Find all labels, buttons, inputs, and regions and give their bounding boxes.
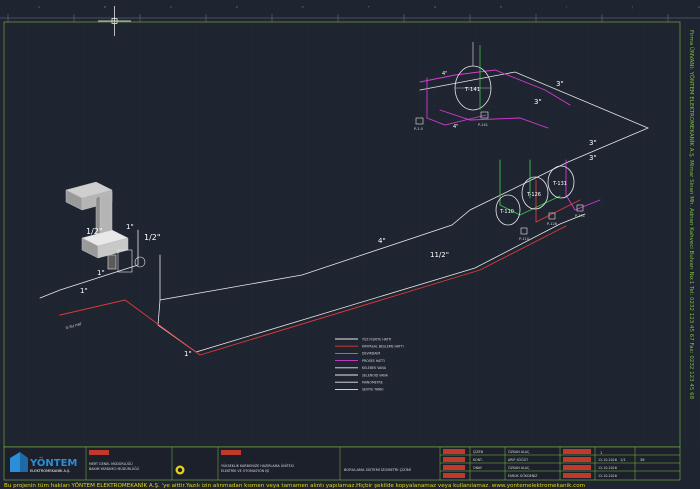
legend-label: PROSES HATTI: [362, 359, 385, 363]
footer-copyright: Bu projenin tüm hakları YÖNTEM ELEKTROME…: [4, 482, 585, 489]
pipe-size-main-right-upper: 3": [556, 80, 564, 88]
rev-name: ARİF SÖĞÜT: [508, 457, 529, 462]
drawing-title: BORULAMA SİSTEMİ İZOMETRİ ÇİZİMİ: [344, 467, 411, 472]
ruler-label: C: [170, 5, 172, 9]
tank-t141-label: T-141: [464, 87, 480, 93]
pump-p126-label: P-126: [547, 222, 557, 226]
rev-date: 12.10.2016: [598, 474, 617, 478]
drawing-scale: 1/1: [620, 458, 626, 462]
client-line-1: MERT GENEL MÜDÜRLÜĞÜ: [89, 461, 133, 466]
legend-label: KELEBEK VANA: [362, 366, 387, 370]
pipe-size-feed-left: 1": [80, 287, 88, 295]
ruler-label: H: [500, 5, 502, 9]
ruler-label: E: [302, 5, 304, 9]
pipe-size-bottom-run: 1": [184, 350, 192, 358]
rev-label: KONT.: [473, 458, 483, 462]
pipe-size-main-right-mid: 3": [534, 98, 542, 106]
sheet-total: 36: [640, 458, 645, 462]
rev-label: ONAY: [473, 466, 483, 470]
legend-label: MANOMETRE: [362, 381, 383, 385]
ruler-label: F: [368, 5, 370, 9]
ruler-label: I: [566, 5, 567, 9]
rev-name: ÖZKAN ALAÇ: [508, 465, 530, 470]
pump-p110-label: P-110: [519, 237, 529, 241]
cad-drawing-canvas[interactable]: ABCDEFGHIJK T-141 T-126 T-131 T-110 P-14…: [0, 0, 700, 489]
tank-t110-label: T-110: [499, 209, 514, 215]
pipe-size-right-col-1: 3": [589, 139, 597, 147]
legend-label: KIMYASAL BESLEME HATTI: [362, 345, 404, 349]
tank-t131-label: T-131: [552, 181, 567, 187]
rev-date: 12.10.2016: [598, 466, 617, 470]
pipe-size-right-col-2: 3": [589, 154, 597, 162]
ruler-label: B: [104, 5, 106, 9]
legend-label: DEVIRDAIM: [362, 352, 380, 356]
pipe-size-riser-left-top: 1/2": [86, 227, 103, 236]
pump-p131-label: P-131: [575, 214, 585, 218]
pipe-size-tank141-in: 4": [442, 71, 447, 77]
title-block: YÖNTEM ELEKTROMEKANİK A.Ş. MERT GENEL MÜ…: [3, 446, 681, 481]
rev-label: ÇİZEN: [473, 449, 484, 454]
legend-label: YÜZ FISKIYE HATTI: [362, 336, 391, 341]
pipe-size-feed-mid: 1": [97, 269, 105, 277]
project-line-2: ELEKTRİK VE OTOMASYON İŞİ: [221, 468, 269, 473]
pipe-size-tank141-out: 4": [453, 124, 458, 130]
project-emblem: [175, 465, 185, 475]
pipe-size-long-run: 4": [378, 237, 386, 245]
pipe-size-riser-left-right: 1/2": [144, 233, 161, 242]
pump-p141-label: P-141: [478, 123, 488, 127]
sheet-no: 1: [600, 451, 602, 455]
pump-p20-label: P-2.0: [414, 127, 423, 131]
tank-t126-label: T-126: [526, 192, 541, 198]
client-line-2: BAKIM YARDIMCI MÜDÜRLÜĞÜ: [89, 466, 140, 471]
legend-label: SELENOID VANA: [362, 373, 389, 377]
ruler-label: J: [631, 5, 633, 9]
company-name: YÖNTEM: [29, 455, 77, 469]
legend-label: SEVIYE TANKI: [362, 388, 383, 392]
rev-name: ÖZKAN ALAÇ: [508, 449, 530, 454]
rev-date: 12.10.2016: [598, 458, 617, 462]
pipe-size-riser-small: 1": [126, 223, 134, 231]
pipe-size-diagonal-run: 11/2": [430, 251, 449, 259]
project-line-1: YÜKSEKLİK KARBONİZE HAZIRLAMA ÜNİTESİ: [221, 463, 294, 468]
rev-name: FARUK GÖKDENİZ: [508, 473, 538, 478]
side-info-text: Firma ÜNVANI: YÖNTEM ELEKTROMEKANİK A.Ş.…: [688, 30, 695, 400]
company-sub: ELEKTROMEKANİK A.Ş.: [30, 468, 70, 473]
